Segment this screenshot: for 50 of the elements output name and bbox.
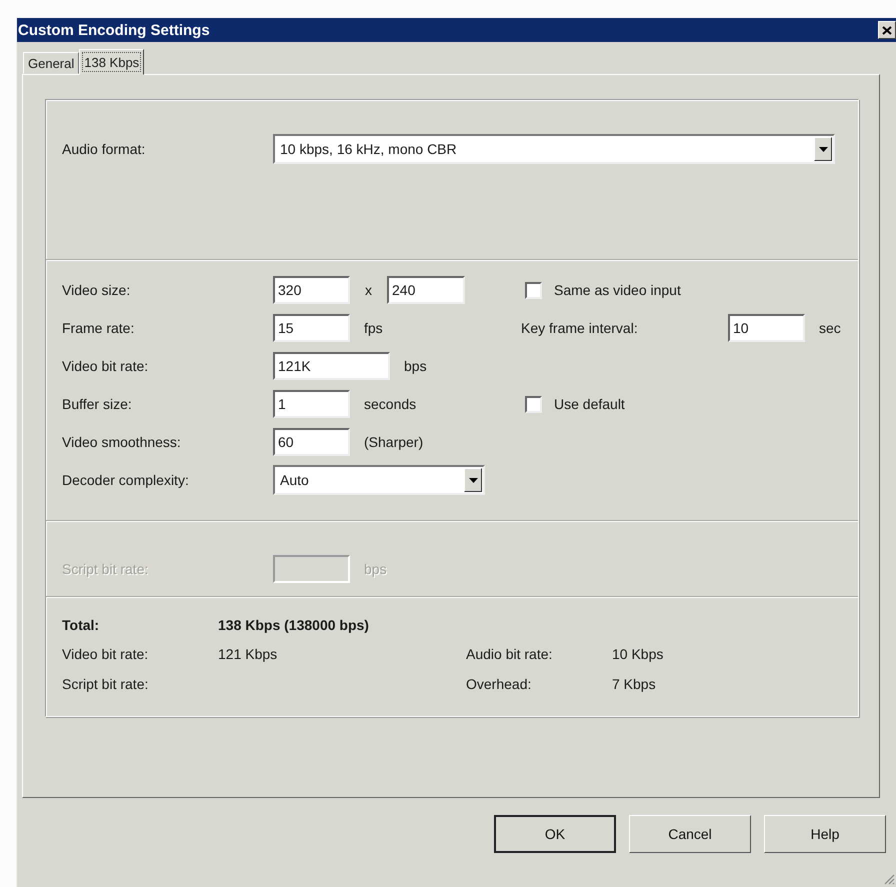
input-field[interactable]: 320 [273, 276, 350, 304]
input-field[interactable]: 10 [728, 314, 805, 342]
close-button[interactable] [878, 21, 896, 39]
tab[interactable]: General [23, 52, 80, 74]
unit-text: seconds [364, 396, 416, 412]
checkbox-label[interactable]: Use default [554, 396, 625, 412]
resize-grip-icon [883, 873, 895, 885]
unit-text: bps [404, 358, 427, 374]
field-label: Video size: [62, 282, 132, 298]
summary-value: 7 Kbps [612, 676, 657, 692]
caret-icon [468, 478, 478, 482]
checkbox[interactable] [525, 396, 542, 412]
field-label: Decoder complexity: [62, 472, 190, 488]
field-label: Frame rate: [62, 320, 136, 336]
summary-value: 121 Kbps [218, 646, 278, 662]
unit-text: fps [364, 320, 383, 336]
unit-text: sec [819, 320, 841, 336]
tab[interactable]: 138 Kbps [79, 49, 144, 75]
field-label: Buffer size: [62, 396, 133, 412]
unit-text: (Sharper) [364, 434, 424, 450]
caret-icon [818, 146, 828, 152]
input-field[interactable] [273, 555, 350, 583]
dialog-button[interactable]: Cancel [629, 815, 751, 853]
summary-label: Script bit rate: [62, 676, 150, 692]
times-text: x [365, 282, 372, 298]
field-label: Key frame interval: [521, 320, 639, 336]
checkbox-label[interactable]: Same as video input [554, 282, 681, 298]
summary-value: 10 Kbps [612, 646, 664, 662]
input-field[interactable]: 121K [273, 352, 390, 380]
input-field[interactable]: 1 [273, 390, 350, 418]
field-label: Audio format: [62, 141, 146, 157]
input-field[interactable]: 60 [273, 428, 350, 456]
dropdown-arrow-button[interactable] [464, 468, 482, 492]
close-icon [882, 26, 892, 34]
total-value: 138 Kbps (138000 bps) [218, 617, 369, 633]
dropdown[interactable]: 10 kbps, 16 kHz, mono CBR [273, 134, 835, 164]
field-label: Video bit rate: [62, 358, 150, 374]
summary-label: Overhead: [466, 676, 532, 692]
summary-label: Audio bit rate: [466, 646, 554, 662]
field-label: Video smoothness: [62, 434, 182, 450]
dropdown[interactable]: Auto [273, 465, 485, 495]
checkbox[interactable] [525, 282, 542, 298]
total-label: Total: [62, 617, 100, 633]
input-field[interactable]: 15 [273, 314, 350, 342]
dropdown-arrow-button[interactable] [814, 137, 832, 161]
summary-label: Video bit rate: [62, 646, 150, 662]
window-title: Custom Encoding Settings [18, 22, 210, 38]
input-field[interactable]: 240 [387, 276, 465, 304]
dialog-button[interactable]: OK [494, 815, 616, 853]
dialog-button[interactable]: Help [764, 815, 886, 853]
